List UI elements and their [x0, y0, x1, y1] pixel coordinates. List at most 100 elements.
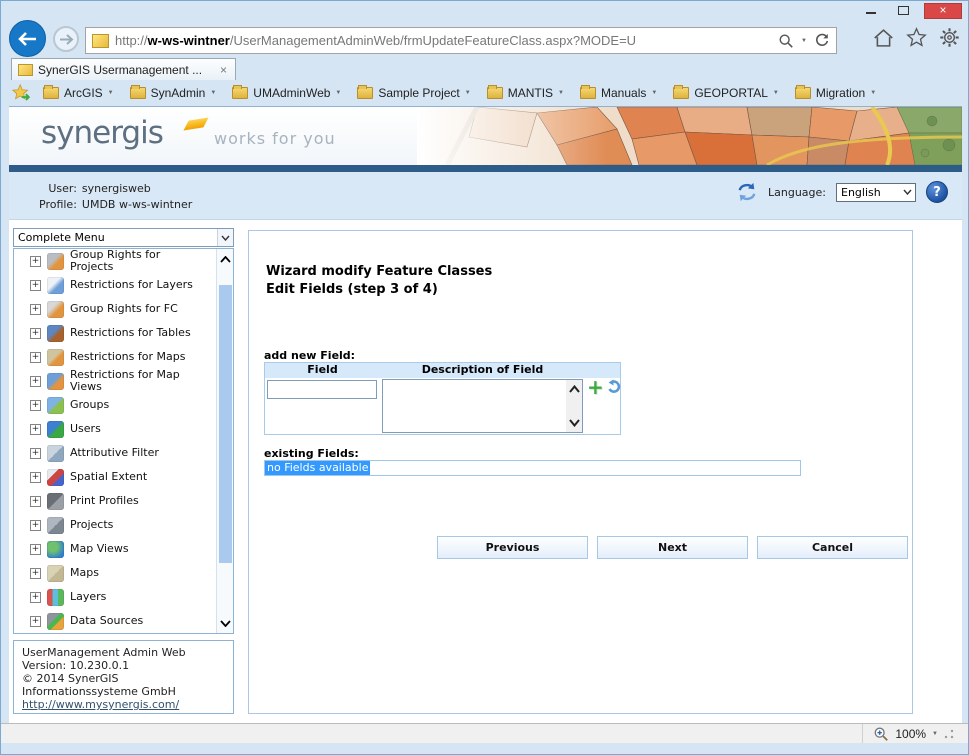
globe-icon	[47, 540, 64, 558]
field-description-textarea[interactable]	[382, 379, 583, 433]
expand-icon[interactable]: +	[30, 399, 41, 411]
lock-user-icon	[47, 300, 64, 318]
refresh-language-icon[interactable]	[736, 182, 758, 202]
add-field-label: add new Field:	[264, 349, 356, 362]
expand-icon[interactable]: +	[30, 255, 41, 267]
field-name-input[interactable]	[267, 380, 377, 399]
banner-fade	[417, 107, 962, 165]
close-button[interactable]: ×	[924, 3, 962, 19]
about-link[interactable]: http://www.mysynergis.com/	[22, 698, 179, 711]
favorite-migration[interactable]: Migration ▼	[791, 84, 884, 102]
banner-tagline: works for you	[214, 129, 336, 148]
sidebar-item-attributive-filter[interactable]: + Attributive Filter	[14, 441, 216, 465]
minimize-button[interactable]	[860, 3, 882, 17]
existing-fields-listbox[interactable]: no Fields available	[264, 460, 801, 476]
scrollbar-thumb[interactable]	[219, 285, 232, 563]
scroll-down-icon[interactable]	[217, 615, 233, 631]
sidebar-item-restrictions-for-layers[interactable]: + Restrictions for Layers	[14, 273, 216, 297]
listbox-selected-item[interactable]: no Fields available	[265, 461, 371, 475]
sidebar-item-restrictions-for-map-views[interactable]: + Restrictions for Map Views	[14, 369, 216, 393]
expand-icon[interactable]: +	[30, 471, 41, 483]
sidebar-item-map-views[interactable]: + Map Views	[14, 537, 216, 561]
synergis-logo: synergis	[41, 115, 164, 151]
column-header-field: Field	[307, 363, 338, 376]
cancel-button[interactable]: Cancel	[757, 536, 908, 559]
sidebar-item-print-profiles[interactable]: + Print Profiles	[14, 489, 216, 513]
scroll-up-icon[interactable]	[217, 251, 233, 267]
expand-icon[interactable]: +	[30, 351, 41, 363]
add-field-button[interactable]: +	[587, 377, 604, 397]
address-bar-input[interactable]: http://w-ws-wintner/UserManagementAdminW…	[85, 27, 837, 54]
sidebar-item-users[interactable]: + Users	[14, 417, 216, 441]
search-icon[interactable]	[778, 33, 794, 49]
favorite-arcgis[interactable]: ArcGIS ▼	[39, 84, 122, 102]
expand-icon[interactable]: +	[30, 423, 41, 435]
url-host: w-ws-wintner	[147, 33, 230, 48]
title-bar[interactable]: ×	[1, 1, 968, 19]
maximize-button[interactable]	[892, 3, 914, 17]
lock-user-icon	[47, 252, 64, 270]
chevron-down-icon: ▼	[335, 90, 342, 96]
sidebar-item-restrictions-for-maps[interactable]: + Restrictions for Maps	[14, 345, 216, 369]
sidebar-item-maps[interactable]: + Maps	[14, 561, 216, 585]
window-frame	[1, 743, 968, 754]
help-button[interactable]: ?	[926, 181, 948, 203]
textarea-scrollbar[interactable]	[566, 380, 582, 432]
settings-gear-icon[interactable]	[939, 27, 960, 48]
sidebar-item-group-rights-for-fc[interactable]: + Group Rights for FC	[14, 297, 216, 321]
expand-icon[interactable]: +	[30, 447, 41, 459]
folder-icon	[794, 85, 811, 99]
home-icon[interactable]	[873, 28, 894, 48]
expand-icon[interactable]: +	[30, 567, 41, 579]
sidebar-item-spatial-extent[interactable]: + Spatial Extent	[14, 465, 216, 489]
favorites-star-icon[interactable]	[906, 27, 927, 48]
tab-synergis-usermanagement[interactable]: SynerGIS Usermanagement ... ×	[11, 58, 236, 80]
sidebar-item-projects[interactable]: + Projects	[14, 513, 216, 537]
sidebar-item-group-rights-for-projects[interactable]: + Group Rights for Projects	[14, 249, 216, 273]
add-favorite-icon[interactable]	[11, 84, 31, 102]
expand-icon[interactable]: +	[30, 279, 41, 291]
sidebar-item-restrictions-for-tables[interactable]: + Restrictions for Tables	[14, 321, 216, 345]
expand-icon[interactable]: +	[30, 615, 41, 627]
expand-icon[interactable]: +	[30, 591, 41, 603]
scroll-up-icon[interactable]	[566, 382, 582, 396]
zoom-caret-icon[interactable]: ▼	[932, 731, 938, 737]
favorite-sample-project[interactable]: Sample Project ▼	[353, 84, 478, 102]
page-viewport: synergis works for you User: synergisweb…	[9, 106, 962, 724]
expand-icon[interactable]: +	[30, 495, 41, 507]
expand-icon[interactable]: +	[30, 327, 41, 339]
favorite-label: MANTIS	[507, 86, 554, 100]
sidebar-scrollbar[interactable]	[216, 249, 233, 633]
undo-icon[interactable]	[606, 379, 622, 395]
expand-icon[interactable]: +	[30, 543, 41, 555]
next-button[interactable]: Next	[597, 536, 748, 559]
menu-filter-select[interactable]: Complete Menu	[13, 228, 234, 247]
sidebar-item-groups[interactable]: + Groups	[14, 393, 216, 417]
language-select[interactable]: English	[836, 182, 916, 202]
expand-icon[interactable]: +	[30, 303, 41, 315]
scissors-icon	[47, 468, 64, 486]
menu-filter-value: Complete Menu	[18, 231, 105, 244]
favorite-manuals[interactable]: Manuals ▼	[576, 84, 665, 102]
favorite-geoportal[interactable]: GEOPORTAL ▼	[669, 84, 787, 102]
refresh-icon[interactable]	[814, 33, 830, 49]
expand-icon[interactable]: +	[30, 519, 41, 531]
zoom-control[interactable]: 100% ▼	[862, 724, 968, 743]
forward-button[interactable]	[53, 26, 79, 52]
favorite-mantis[interactable]: MANTIS ▼	[483, 84, 572, 102]
scroll-down-icon[interactable]	[566, 416, 582, 430]
expand-icon[interactable]: +	[30, 375, 41, 387]
favorite-synadmin[interactable]: SynAdmin ▼	[126, 84, 225, 102]
add-field-table: Field Description of Field +	[264, 362, 621, 435]
sidebar-item-label: Restrictions for Maps	[70, 350, 186, 363]
search-caret-icon[interactable]: ▼	[801, 38, 807, 44]
favorite-umadminweb[interactable]: UMAdminWeb ▼	[228, 84, 349, 102]
database-sync-icon	[47, 612, 64, 630]
resize-grip[interactable]	[944, 728, 954, 739]
previous-button[interactable]: Previous	[437, 536, 588, 559]
sidebar-item-data-sources[interactable]: + Data Sources	[14, 609, 216, 633]
sidebar-item-layers[interactable]: + Layers	[14, 585, 216, 609]
layers-colored-icon	[47, 588, 64, 606]
back-button[interactable]	[9, 20, 46, 57]
tab-close-icon[interactable]: ×	[218, 63, 229, 77]
